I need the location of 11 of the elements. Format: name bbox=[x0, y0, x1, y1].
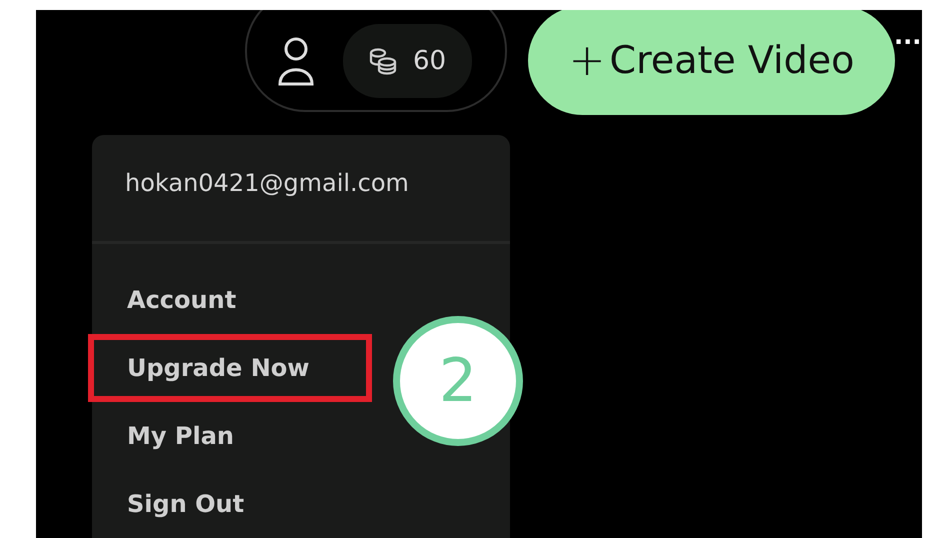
create-video-button[interactable]: +Create Video bbox=[528, 10, 895, 115]
menu-item[interactable]: Sign Out bbox=[88, 470, 372, 538]
menu-item[interactable]: Upgrade Now bbox=[88, 334, 372, 402]
credits-count: 60 bbox=[413, 44, 446, 78]
account-email: hokan0421@gmail.com bbox=[124, 168, 410, 199]
coins-icon bbox=[369, 47, 397, 75]
menu-item[interactable]: Account bbox=[88, 266, 372, 334]
more-menu-button[interactable]: ··· bbox=[894, 24, 922, 60]
credits-chip[interactable]: 60 bbox=[343, 24, 472, 98]
user-icon[interactable] bbox=[277, 35, 315, 87]
menu-item[interactable]: My Plan bbox=[88, 402, 372, 470]
